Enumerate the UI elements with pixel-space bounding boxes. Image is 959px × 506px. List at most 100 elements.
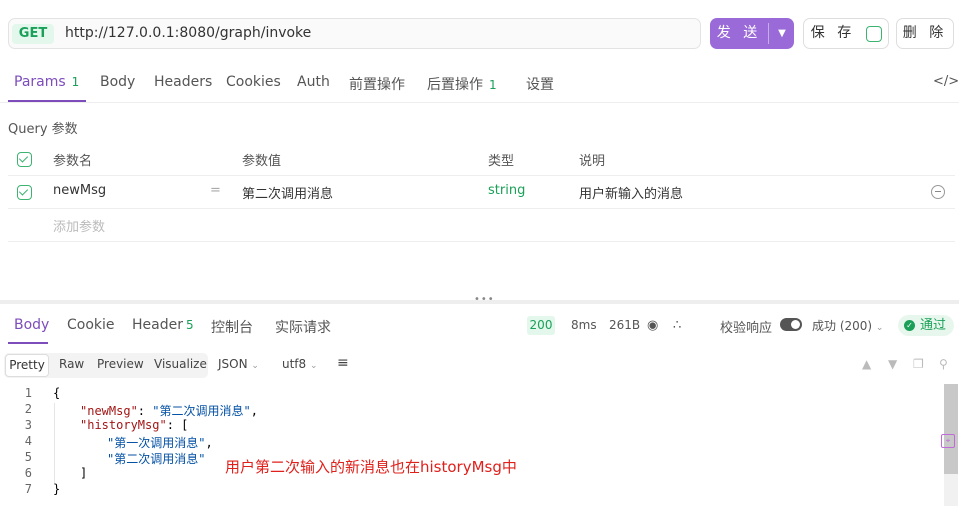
resp-tab-body[interactable]: Body — [14, 317, 49, 333]
annotation-text: 用户第二次输入的新消息也在historyMsg中 — [225, 458, 517, 476]
row-divider — [8, 208, 955, 209]
save-button[interactable]: 保 存 — [803, 18, 889, 49]
resp-tab-cookie[interactable]: Cookie — [67, 317, 115, 333]
scrollbar-thumb[interactable] — [944, 384, 958, 474]
code-line-2: "newMsg": "第二次调用消息", — [80, 404, 258, 418]
share-icon[interactable]: ∴ — [673, 318, 681, 333]
drag-dots-icon[interactable]: ••• — [474, 294, 495, 305]
param-name[interactable]: newMsg — [53, 183, 106, 198]
tab-body[interactable]: Body — [100, 74, 135, 90]
active-resp-tab-indicator — [8, 342, 48, 344]
param-desc[interactable]: 用户新输入的消息 — [579, 183, 683, 202]
row-divider — [8, 175, 955, 176]
chevron-down-icon: ⌄ — [310, 361, 318, 371]
url-input[interactable]: http://127.0.0.1:8080/graph/invoke — [65, 25, 311, 41]
indent-guide — [54, 403, 55, 483]
json-key: "newMsg" — [80, 404, 138, 418]
send-divider — [768, 23, 769, 44]
mode-pretty[interactable]: Pretty — [5, 354, 49, 377]
pass-badge: ✓ 通过 — [898, 315, 954, 336]
search-icon[interactable]: ⚲ — [939, 357, 948, 371]
send-button[interactable]: 发 送 ▼ — [710, 18, 794, 49]
tab-post-ops-label: 后置操作 — [427, 77, 483, 93]
code-line-3: "historyMsg": [ — [80, 418, 189, 432]
tab-auth[interactable]: Auth — [297, 74, 330, 90]
success-label: 成功 (200) — [812, 319, 873, 333]
tab-pre-ops[interactable]: 前置操作 — [349, 74, 405, 94]
tab-params-label: Params — [14, 74, 66, 90]
tab-settings[interactable]: 设置 — [526, 74, 554, 94]
validate-toggle[interactable] — [780, 318, 802, 331]
delete-button[interactable]: 删 除 — [896, 18, 954, 49]
chevron-down-icon: ⌄ — [875, 323, 884, 333]
method-select[interactable]: GET — [12, 24, 54, 44]
chevron-down-icon: ⌄ — [251, 361, 259, 371]
code-line-6: ] — [80, 466, 88, 480]
col-header-name: 参数名 — [53, 154, 93, 169]
query-section-title: Query 参数 — [8, 122, 78, 137]
row-divider — [8, 241, 955, 242]
encoding-label: utf8 — [282, 357, 307, 371]
add-param-input[interactable]: 添加参数 — [53, 216, 105, 235]
resp-tab-header-count: 5 — [185, 318, 194, 332]
tab-post-ops-count: 1 — [489, 78, 497, 92]
encoding-select[interactable]: utf8 ⌄ — [282, 357, 318, 371]
line-number: 3 — [24, 418, 32, 432]
lang-select[interactable]: JSON ⌄ — [218, 357, 259, 371]
tab-params-count: 1 — [71, 75, 80, 89]
response-time: 8ms — [571, 318, 597, 332]
json-string: "第二次调用消息" — [107, 452, 206, 466]
param-value[interactable]: 第二次调用消息 — [242, 183, 333, 202]
save-check-icon[interactable] — [866, 26, 882, 42]
resp-tab-header[interactable]: Header 5 — [132, 317, 194, 333]
tab-cookies[interactable]: Cookies — [226, 74, 281, 90]
param-row-checkbox[interactable] — [17, 185, 32, 200]
col-header-desc: 说明 — [579, 154, 606, 169]
code-icon[interactable]: </> — [933, 74, 959, 89]
json-key: "historyMsg" — [80, 418, 167, 432]
tab-divider — [0, 102, 959, 103]
code-line-7: } — [53, 482, 61, 496]
globe-icon[interactable]: ◉ — [647, 318, 658, 333]
line-number: 1 — [24, 386, 32, 400]
send-label: 发 送 — [716, 25, 762, 41]
line-number: 2 — [24, 402, 32, 416]
json-string: "第一次调用消息" — [107, 436, 206, 450]
tab-headers[interactable]: Headers — [154, 74, 212, 90]
tab-post-ops[interactable]: 后置操作 1 — [427, 74, 497, 94]
line-number: 7 — [24, 482, 32, 496]
copy-icon[interactable]: ❐ — [913, 357, 924, 371]
resp-tab-header-label: Header — [132, 317, 183, 333]
download-icon[interactable]: ▼ — [888, 357, 897, 371]
mode-raw[interactable]: Raw — [59, 357, 84, 371]
resp-tab-actual-request[interactable]: 实际请求 — [275, 317, 331, 337]
status-badge: 200 — [527, 316, 555, 335]
mode-preview[interactable]: Preview — [97, 357, 144, 371]
upload-icon[interactable]: ▲ — [862, 357, 871, 371]
mode-visualize[interactable]: Visualize — [154, 357, 207, 371]
save-label: 保 存 — [810, 25, 856, 41]
tab-params[interactable]: Params 1 — [14, 74, 79, 90]
line-number: 4 — [24, 434, 32, 448]
validate-label: 校验响应 — [720, 321, 773, 336]
remove-row-icon[interactable] — [931, 185, 945, 199]
json-string: "第二次调用消息" — [152, 404, 251, 418]
select-all-checkbox[interactable] — [17, 152, 32, 167]
col-header-type: 类型 — [488, 154, 515, 169]
code-line-1: { — [53, 386, 61, 400]
pass-label: 通过 — [920, 318, 947, 333]
wrap-lines-icon[interactable]: ≡ — [337, 355, 349, 371]
param-type[interactable]: string — [488, 183, 525, 198]
resp-tab-console[interactable]: 控制台 — [211, 317, 253, 337]
line-number: 6 — [24, 466, 32, 480]
col-header-value: 参数值 — [242, 154, 282, 169]
side-panel-icon[interactable]: ⌖ — [941, 434, 955, 448]
code-line-4: "第一次调用消息", — [107, 436, 213, 450]
chevron-down-icon[interactable]: ▼ — [770, 18, 794, 49]
code-line-5: "第二次调用消息" — [107, 450, 205, 467]
response-size: 261B — [609, 318, 641, 332]
line-number: 5 — [24, 450, 32, 464]
success-select[interactable]: 成功 (200) ⌄ — [812, 317, 883, 334]
param-equals: = — [210, 183, 221, 198]
lang-label: JSON — [218, 357, 248, 371]
